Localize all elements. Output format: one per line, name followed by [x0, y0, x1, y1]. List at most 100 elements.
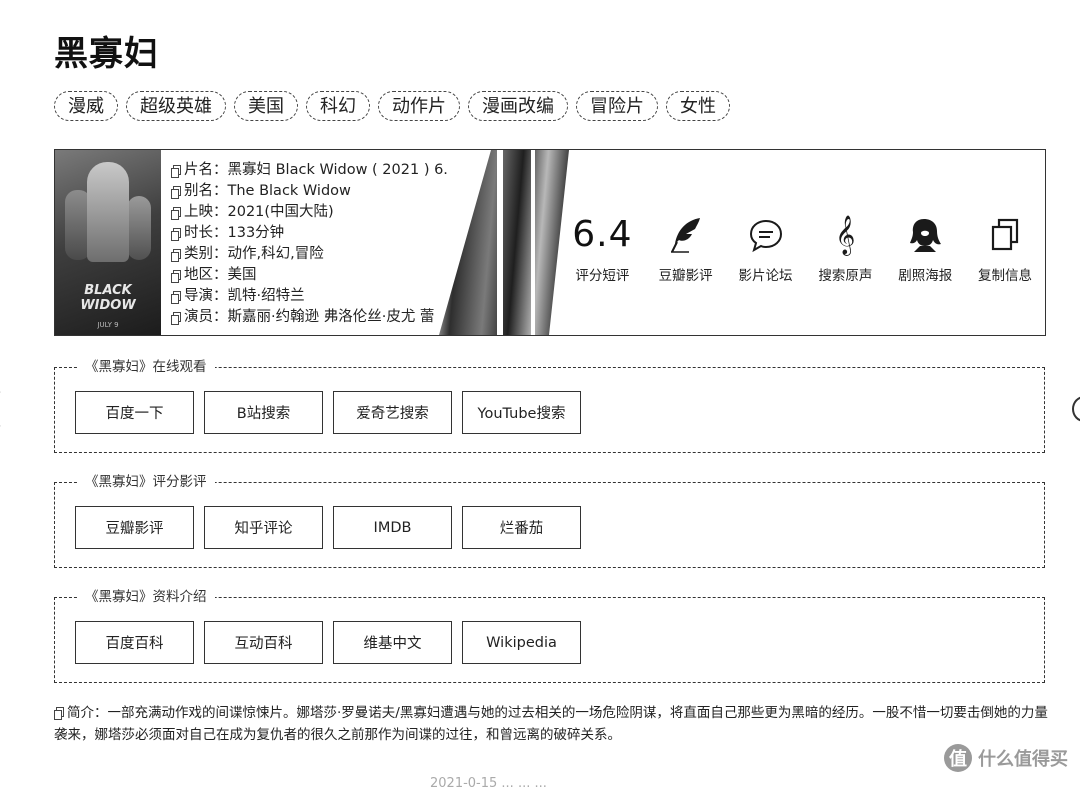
tag-chip[interactable]: 美国 [234, 91, 298, 121]
tag-chip[interactable]: 漫威 [54, 91, 118, 121]
movie-info-card: BLACK WIDOW JULY 9 片名：黑寡妇 Black Widow ( … [54, 149, 1046, 336]
movie-summary: 简介：一部充满动作戏的间谍惊悚片。娜塔莎·罗曼诺夫/黑寡妇遭遇与她的过去相关的一… [54, 702, 1050, 746]
field-value: 凯特·绍特兰 [227, 288, 305, 304]
tag-chip[interactable]: 科幻 [306, 91, 370, 121]
douban-review-button[interactable]: 豆瓣影评 [646, 150, 726, 335]
action-label: 豆瓣影评 [658, 268, 713, 284]
watermark-badge-icon: 值 [944, 744, 972, 772]
field-sep: ： [213, 246, 228, 262]
field-sep: ： [213, 183, 228, 199]
reference-section: 《黑寡妇》资料介绍 百度百科 互动百科 维基中文 Wikipedia [54, 588, 1045, 683]
field-sep: ： [213, 267, 228, 283]
field-release: 上映： 2021(中国大陆) [171, 202, 501, 223]
doc-icon [171, 270, 181, 283]
field-label: 演员 [184, 309, 213, 325]
forum-button[interactable]: 影片论坛 [726, 150, 806, 335]
summary-label: 简介： [67, 705, 108, 721]
field-sep: ： [213, 309, 228, 325]
field-value: 动作,科幻,冒险 [227, 246, 324, 262]
field-label: 别名 [184, 183, 213, 199]
doc-icon [171, 291, 181, 304]
stills-divider [531, 150, 535, 335]
field-value: The Black Widow [227, 183, 351, 199]
soundtrack-button[interactable]: 𝄞 搜索原声 [805, 150, 885, 335]
action-label: 复制信息 [978, 268, 1033, 284]
field-label: 时长 [184, 225, 213, 241]
score-button[interactable]: 6.4 评分短评 [559, 150, 646, 335]
section-legend: 《黑寡妇》在线观看 [77, 358, 215, 376]
field-label: 类别 [184, 246, 213, 262]
baidu-search-button[interactable]: 百度一下 [75, 391, 194, 434]
tag-chip[interactable]: 冒险片 [576, 91, 658, 121]
prev-arrow-icon[interactable] [0, 390, 18, 428]
treble-clef-icon: 𝄞 [835, 215, 856, 255]
copy-icon [991, 218, 1019, 251]
field-label: 上映 [184, 204, 213, 220]
section-legend: 《黑寡妇》评分影评 [77, 473, 215, 491]
action-bar: 6.4 评分短评 豆瓣影评 影片论坛 𝄞 搜索原声 剧照海报 复制信息 [559, 150, 1045, 335]
speech-bubble-icon [749, 219, 782, 253]
wiki-chinese-link[interactable]: 维基中文 [333, 621, 452, 664]
field-value: 美国 [227, 267, 257, 283]
doc-icon [171, 249, 181, 262]
score-label: 评分短评 [575, 268, 630, 284]
tag-chip[interactable]: 漫画改编 [468, 91, 568, 121]
field-sep: ： [213, 204, 228, 220]
poster-logo: BLACK WIDOW [80, 283, 136, 313]
bilibili-search-button[interactable]: B站搜索 [204, 391, 323, 434]
field-genre: 类别：动作,科幻,冒险 [171, 244, 501, 265]
doc-icon [54, 707, 64, 720]
section-legend: 《黑寡妇》资料介绍 [77, 588, 215, 606]
next-arrow-icon[interactable] [1072, 396, 1080, 422]
douban-review-link[interactable]: 豆瓣影评 [75, 506, 194, 549]
watermark: 值 什么值得买 [944, 744, 1068, 772]
movie-poster[interactable]: BLACK WIDOW JULY 9 [55, 150, 161, 335]
doc-icon [171, 207, 181, 220]
field-title: 片名：黑寡妇 Black Widow ( 2021 ) 6. [171, 160, 501, 181]
tag-list: 漫威 超级英雄 美国 科幻 动作片 漫画改编 冒险片 女性 [54, 91, 730, 121]
rotten-tomatoes-link[interactable]: 烂番茄 [462, 506, 581, 549]
field-sep: ： [213, 162, 228, 178]
field-region: 地区：美国 [171, 265, 501, 286]
field-label: 片名 [184, 162, 213, 178]
field-label: 导演 [184, 288, 213, 304]
field-alias: 别名： The Black Widow [171, 181, 501, 202]
rating-review-section: 《黑寡妇》评分影评 豆瓣影评 知乎评论 IMDB 烂番茄 [54, 473, 1045, 568]
baidu-baike-link[interactable]: 百度百科 [75, 621, 194, 664]
woman-silhouette-icon [910, 219, 942, 252]
field-duration: 时长： 133分钟 [171, 223, 501, 244]
doc-icon [171, 228, 181, 241]
watermark-text: 什么值得买 [978, 749, 1068, 770]
tag-chip[interactable]: 女性 [666, 91, 730, 121]
field-value: 133分钟 [227, 225, 285, 241]
doc-icon [171, 165, 181, 178]
field-value: 黑寡妇 Black Widow ( 2021 ) 6. [227, 162, 448, 178]
field-value: 斯嘉丽·约翰逊 弗洛伦丝·皮尤 蕾 [227, 309, 435, 325]
iqiyi-search-button[interactable]: 爱奇艺搜索 [333, 391, 452, 434]
doc-icon [171, 186, 181, 199]
page-title: 黑寡妇 [54, 34, 159, 74]
wikipedia-link[interactable]: Wikipedia [462, 621, 581, 664]
online-watch-section: 《黑寡妇》在线观看 百度一下 B站搜索 爱奇艺搜索 YouTube搜索 [54, 358, 1045, 453]
field-value: 2021(中国大陆) [227, 204, 334, 220]
action-label: 剧照海报 [898, 268, 953, 284]
zhihu-comment-link[interactable]: 知乎评论 [204, 506, 323, 549]
copy-info-button[interactable]: 复制信息 [965, 150, 1045, 335]
youtube-search-button[interactable]: YouTube搜索 [462, 391, 581, 434]
poster-figure [87, 162, 129, 262]
action-label: 搜索原声 [818, 268, 873, 284]
poster-figure [127, 196, 151, 260]
field-label: 地区 [184, 267, 213, 283]
field-sep: ： [213, 225, 228, 241]
poster-date: JULY 9 [97, 321, 119, 329]
summary-text: 一部充满动作戏的间谍惊悚片。娜塔莎·罗曼诺夫/黑寡妇遭遇与她的过去相关的一场危险… [54, 705, 1048, 743]
stills-poster-button[interactable]: 剧照海报 [885, 150, 965, 335]
stills-divider [497, 150, 503, 335]
tag-chip[interactable]: 动作片 [378, 91, 460, 121]
feather-icon [670, 218, 700, 253]
hudong-baike-link[interactable]: 互动百科 [204, 621, 323, 664]
action-label: 影片论坛 [738, 268, 793, 284]
doc-icon [171, 312, 181, 325]
tag-chip[interactable]: 超级英雄 [126, 91, 226, 121]
imdb-link[interactable]: IMDB [333, 506, 452, 549]
